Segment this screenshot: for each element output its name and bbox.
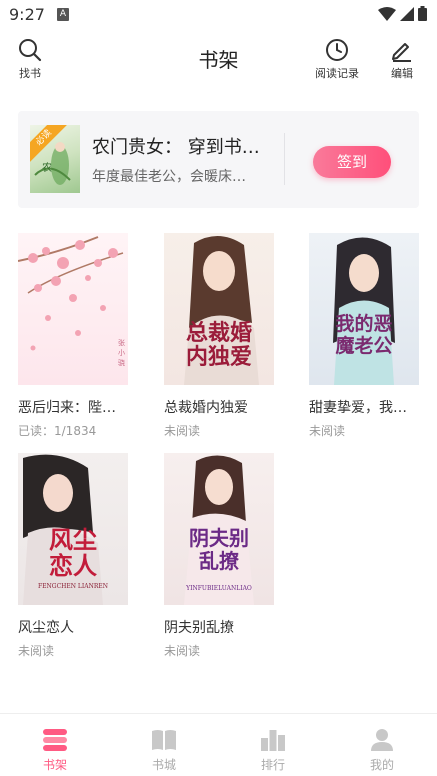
book-cover-title: 我的恶 魔老公 [335, 313, 393, 357]
page-title: 书架 [198, 48, 239, 72]
book-cover-subtitle: YINFUBIELUANLIAO [186, 585, 252, 592]
svg-text:骁: 骁 [118, 358, 125, 367]
svg-text:张: 张 [118, 338, 125, 347]
book-item[interactable]: 阴夫别 乱撩 YINFUBIELUANLIAO 阴夫别乱撩 未阅读 [164, 453, 274, 659]
book-item[interactable]: 我的恶 魔老公 甜妻挚爱，我… 未阅读 [309, 233, 419, 439]
tab-ranking-label: 排行 [260, 758, 285, 772]
bottom-nav: 书架 书城 排行 我的 [0, 713, 437, 776]
book-item[interactable]: 张 小 骁 恶后归来：陛… 已读：1/1834 [18, 233, 128, 439]
blossom-cover-art: 张 小 骁 [18, 236, 125, 367]
book-cover: 阴夫别 乱撩 YINFUBIELUANLIAO [164, 453, 274, 605]
book-read-status: 未阅读 [18, 644, 55, 658]
book-read-status: 已读：1/1834 [18, 424, 97, 438]
tab-profile[interactable]: 我的 [352, 728, 412, 773]
status-time: 9:27 [9, 5, 45, 24]
book-title: 甜妻挚爱，我… [309, 400, 407, 416]
sign-in-button[interactable]: 签到 [313, 146, 391, 178]
book-item[interactable]: 风尘 恋人 FENGCHEN LIANREN 风尘恋人 未阅读 [18, 453, 128, 659]
divider [284, 133, 285, 185]
bookshelf-icon [43, 729, 67, 751]
tab-profile-label: 我的 [369, 758, 394, 772]
tab-bookshelf[interactable]: 书架 [25, 728, 85, 773]
pencil-icon [392, 43, 411, 62]
book-title: 恶后归来：陛… [18, 400, 116, 416]
book-cover: 风尘 恋人 FENGCHEN LIANREN [18, 453, 128, 605]
portrait-cover-art [333, 237, 395, 385]
book-cover-subtitle: FENGCHEN LIANREN [37, 583, 109, 590]
featured-book-cover: 农 必读 [30, 125, 80, 193]
reading-history-button[interactable]: 阅读记录 [315, 38, 359, 81]
ranking-icon [261, 730, 285, 751]
tab-ranking[interactable]: 排行 [243, 728, 303, 773]
book-item[interactable]: 总裁婚 内独爱 总裁婚内独爱 未阅读 [164, 233, 274, 439]
book-cover-title: 风尘 恋人 [49, 525, 97, 580]
book-title: 风尘恋人 [18, 620, 74, 636]
featured-book-title: 农门贵女： 穿到书… [92, 137, 260, 158]
notification-icon: A [57, 8, 69, 21]
open-book-icon [152, 730, 176, 750]
book-cover-title: 总裁婚 内独爱 [185, 320, 252, 370]
reading-history-label: 阅读记录 [315, 67, 359, 80]
status-icons [378, 6, 427, 21]
book-cover: 总裁婚 内独爱 [164, 233, 274, 385]
svg-text:农: 农 [42, 161, 52, 174]
book-cover: 我的恶 魔老公 [309, 233, 419, 385]
book-title: 阴夫别乱撩 [164, 620, 234, 636]
tab-bookstore-label: 书城 [151, 758, 176, 772]
user-icon [371, 729, 393, 751]
clock-icon [326, 39, 348, 61]
top-header: 找书 书架 阅读记录 编辑 [0, 30, 437, 90]
edit-label: 编辑 [391, 67, 413, 80]
book-cover-title: 阴夫别 乱撩 [189, 526, 249, 573]
tab-bookshelf-label: 书架 [42, 758, 67, 772]
svg-text:小: 小 [118, 348, 125, 357]
battery-icon [418, 6, 427, 21]
book-cover: 张 小 骁 [18, 233, 128, 385]
book-title: 总裁婚内独爱 [164, 400, 248, 416]
status-bar: 9:27 A [0, 0, 437, 30]
featured-book-subtitle: 年度最佳老公，会暖床… [92, 169, 246, 185]
book-read-status: 未阅读 [164, 424, 201, 438]
signal-icon [400, 6, 414, 21]
featured-book-card[interactable]: 农 必读 农门贵女： 穿到书… 年度最佳老公，会暖床… 签到 [18, 111, 419, 208]
tab-bookstore[interactable]: 书城 [134, 728, 194, 773]
book-read-status: 未阅读 [164, 644, 201, 658]
edit-button[interactable]: 编辑 [390, 38, 414, 81]
book-read-status: 未阅读 [309, 424, 346, 438]
wifi-icon [378, 6, 396, 21]
